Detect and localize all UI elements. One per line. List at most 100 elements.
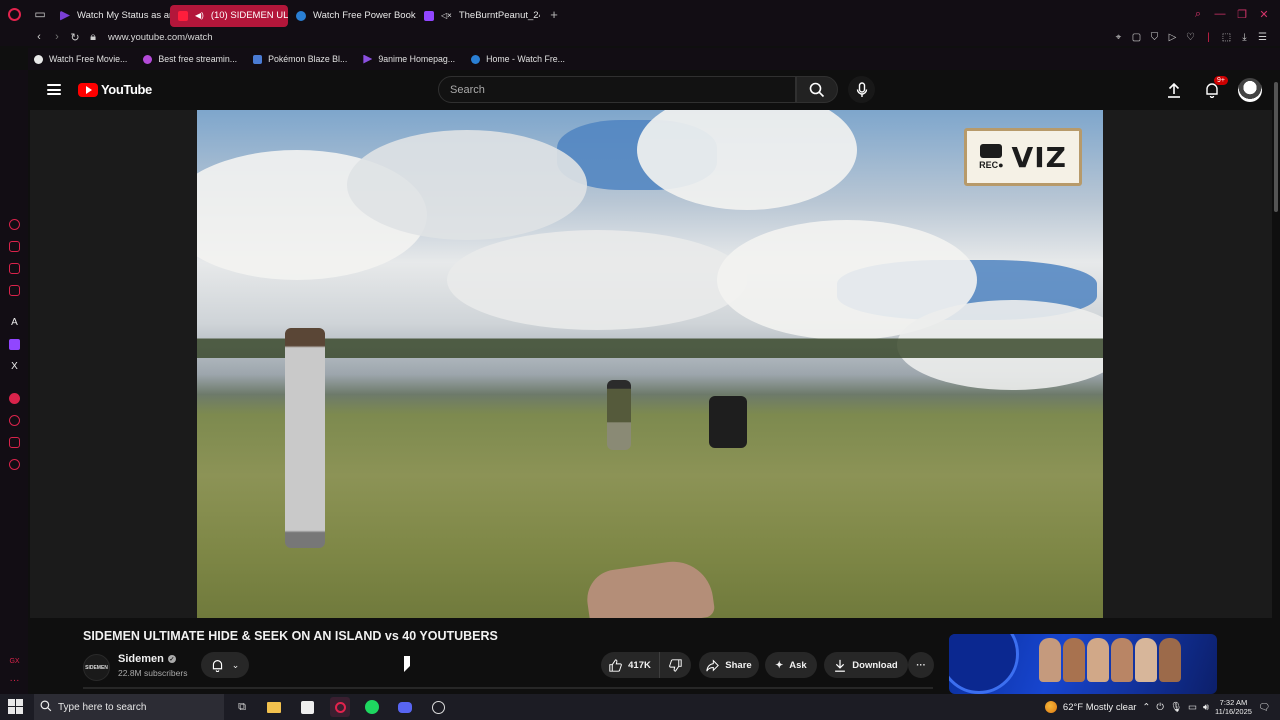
header-actions: 9+ [1162, 76, 1262, 102]
chevron-down-icon: ⌄ [231, 659, 240, 670]
bookmark-label: Watch Free Movie... [49, 54, 128, 64]
divider: | [1207, 31, 1210, 43]
close-window-icon[interactable]: ✕ [1254, 0, 1274, 28]
workspaces-icon[interactable]: ▭ [28, 0, 52, 28]
cloud [347, 130, 587, 240]
opera-logo-icon[interactable] [0, 0, 28, 28]
menu-icon[interactable]: ☰ [1255, 28, 1270, 46]
x-icon[interactable]: X [9, 361, 20, 372]
dislike-button[interactable] [659, 652, 691, 678]
bookmark-9anime[interactable]: 9anime Homepag... [363, 54, 455, 64]
address-bar-row: ‹ › ↻ 🔒︎ www.youtube.com/watch ⌖ ▢ ⛉ ▷ ♡… [0, 28, 1280, 46]
weather-icon [1044, 701, 1057, 713]
weather-text[interactable]: 62°F Mostly clear [1063, 702, 1137, 713]
more-icon[interactable]: ··· [9, 675, 20, 686]
recommended-video-thumbnail[interactable] [949, 634, 1217, 694]
youtube-logo[interactable]: YouTube [78, 82, 152, 97]
clock[interactable]: 7:32 AM 11/16/2025 [1215, 698, 1252, 716]
guide-menu-icon[interactable] [47, 84, 61, 95]
pin-icon[interactable]: ⌖ [1111, 28, 1126, 46]
account-avatar[interactable] [1238, 78, 1262, 102]
page-scrollbar[interactable] [1272, 70, 1280, 694]
notifications-button[interactable]: 9+ [1200, 76, 1228, 102]
scrollbar-thumb[interactable] [1274, 82, 1278, 212]
mic-tray-icon[interactable]: 🎙︎ [1170, 702, 1182, 713]
spotify-icon[interactable] [362, 697, 382, 717]
subscribed-button[interactable]: ⌄ [201, 652, 249, 678]
shield-icon[interactable]: ⛉ [1147, 28, 1162, 46]
settings-icon[interactable] [9, 459, 20, 470]
video-player[interactable]: REC● VIZ [30, 110, 1272, 618]
music-player-icon[interactable] [9, 393, 20, 404]
create-button[interactable] [1162, 78, 1186, 102]
video-frame[interactable]: REC● VIZ [197, 110, 1103, 618]
file-explorer-icon[interactable] [264, 697, 284, 717]
new-tab-button[interactable]: + [544, 4, 564, 24]
bookmark-home-watch-free[interactable]: Home - Watch Fre... [471, 54, 565, 64]
search-icon [809, 82, 825, 97]
snapshot-icon[interactable]: ▢ [1129, 28, 1144, 46]
lock-icon[interactable]: 🔒︎ [84, 28, 102, 46]
url-field[interactable]: www.youtube.com/watch [108, 32, 213, 43]
extensions-sidebar-icon[interactable] [9, 437, 20, 448]
twitch-icon[interactable] [9, 339, 20, 350]
restore-icon[interactable]: ❐ [1232, 0, 1252, 28]
volume-icon[interactable]: 🔊︎ [1203, 702, 1209, 713]
more-actions-button[interactable]: ··· [908, 652, 934, 678]
channel-name-link[interactable]: Sidemen ✓ [118, 653, 176, 665]
bookmark-favicon-icon [253, 54, 263, 64]
security-icon[interactable]: ⏻ [1156, 702, 1164, 713]
back-icon[interactable]: ‹ [30, 28, 48, 46]
instagram-icon[interactable] [9, 263, 20, 274]
network-icon[interactable]: ▭ [1188, 702, 1197, 713]
search-button[interactable] [796, 76, 838, 103]
muted-icon[interactable]: ◁× [441, 11, 452, 20]
voice-search-button[interactable] [848, 76, 875, 103]
audio-icon[interactable]: ◀) [195, 11, 204, 20]
player-icon[interactable]: ▷ [1165, 28, 1180, 46]
app-a-icon[interactable]: A [9, 317, 20, 328]
bookmark-watch-free-movie[interactable]: Watch Free Movie... [34, 54, 127, 64]
thumbnail-face [1087, 638, 1109, 682]
verified-icon: ✓ [167, 655, 176, 663]
person-man [607, 380, 631, 450]
reload-icon[interactable]: ↻ [66, 28, 84, 46]
extensions-icon[interactable]: ⬚ [1219, 28, 1234, 46]
notifications-tray-icon[interactable]: 🗨︎ [1258, 702, 1270, 713]
like-button[interactable]: 417K [601, 652, 659, 678]
search-input[interactable]: Search [438, 76, 796, 103]
bookmark-label: Pokémon Blaze Bl... [268, 54, 348, 64]
twitch-favicon-icon [424, 10, 434, 21]
messenger-icon[interactable] [9, 241, 20, 252]
ask-button[interactable]: ✦ Ask [765, 652, 817, 678]
tiktok-icon[interactable] [9, 285, 20, 296]
gx-icon[interactable]: GX [9, 656, 20, 667]
video-owner-row: SIDEMEN Sidemen ✓ 22.8M subscribers ⌄ 41… [83, 652, 963, 682]
bookmark-pokemon-blaze[interactable]: Pokémon Blaze Bl... [253, 54, 347, 64]
tab-twitch[interactable]: ◁× TheBurntPeanut_247 [416, 5, 540, 27]
taskbar-search-box[interactable]: Type here to search [34, 694, 224, 720]
heart-icon[interactable]: ♡ [1183, 28, 1198, 46]
aria-icon[interactable] [9, 219, 20, 230]
windows-start-icon[interactable] [8, 699, 23, 714]
chevron-up-icon[interactable]: ⌃ [1142, 702, 1150, 713]
channel-avatar[interactable]: SIDEMEN [83, 654, 110, 681]
minimize-icon[interactable]: — [1210, 0, 1230, 28]
tab-power-book[interactable]: Watch Free Power Book I [288, 5, 416, 27]
tab-watch-my-status[interactable]: Watch My Status as an A [52, 5, 170, 27]
opera-gx-taskbar-icon[interactable] [330, 697, 350, 717]
tab-sidemen-active[interactable]: ◀) (10) SIDEMEN ULTIM [170, 4, 288, 27]
bookmark-best-free-streaming[interactable]: Best free streamin... [143, 54, 237, 64]
download-button[interactable]: Download [824, 652, 908, 678]
history-icon[interactable] [9, 415, 20, 426]
search-tabs-icon[interactable]: ⌕ [1188, 0, 1208, 28]
task-view-icon[interactable]: ⧉ [232, 697, 252, 717]
share-button[interactable]: Share [699, 652, 759, 678]
store-icon[interactable] [297, 697, 317, 717]
notification-count-badge: 9+ [1214, 76, 1228, 85]
discord-icon[interactable] [395, 697, 415, 717]
browser-globe-icon[interactable] [428, 697, 448, 717]
forward-icon[interactable]: › [48, 28, 66, 46]
thumbnail-face [1159, 638, 1181, 682]
download-icon[interactable]: ⤓ [1237, 28, 1252, 46]
